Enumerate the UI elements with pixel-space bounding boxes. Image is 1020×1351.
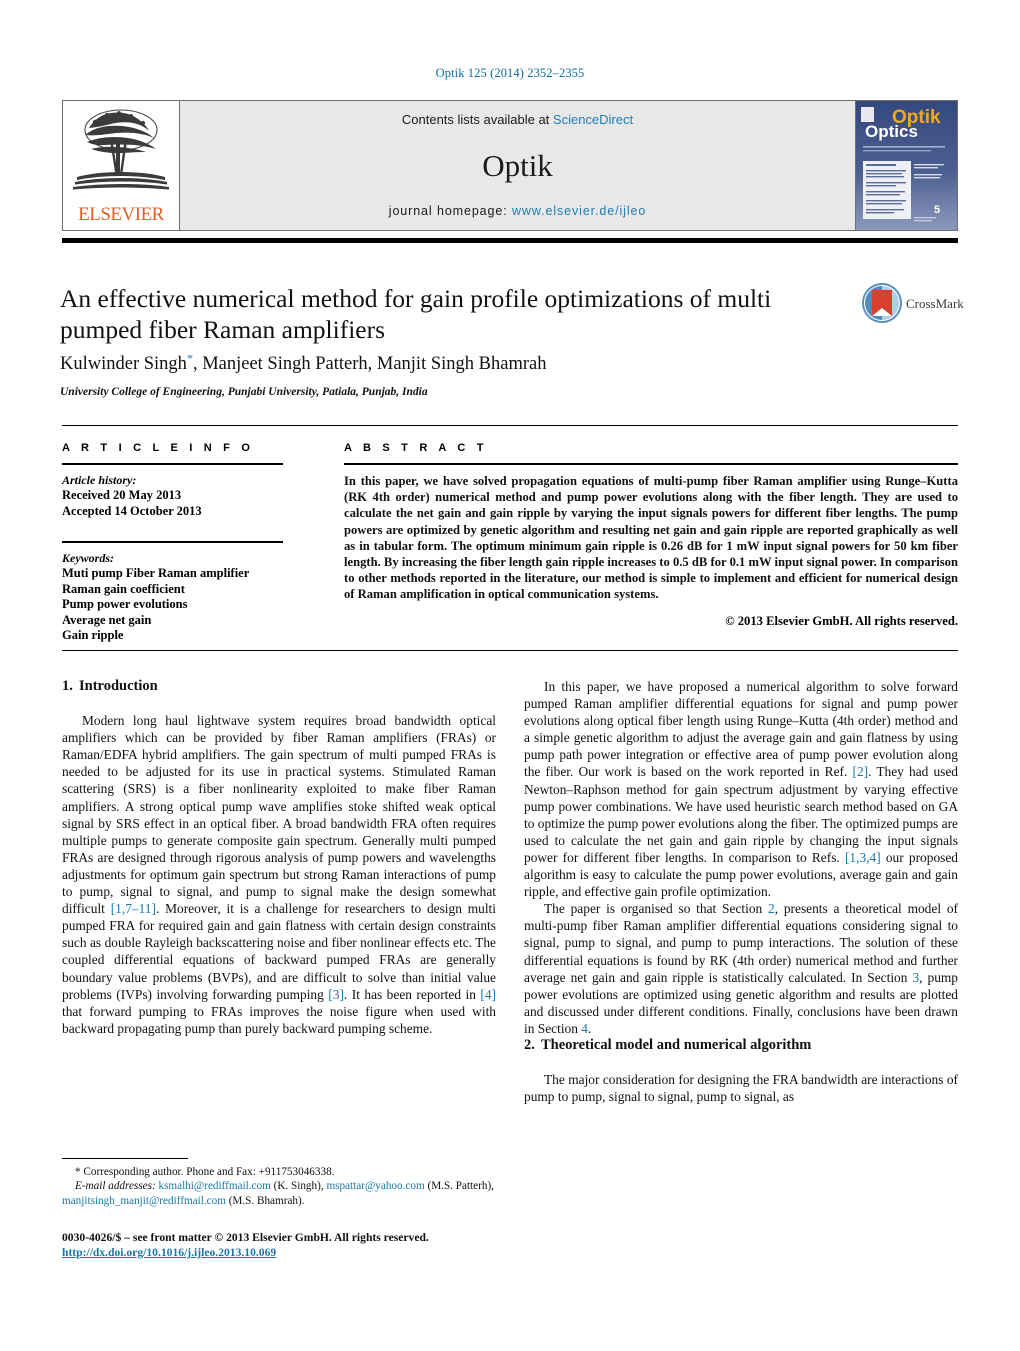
paragraph-right-1: In this paper, we have proposed a numeri… <box>524 679 958 900</box>
reference-citation[interactable]: 2 <box>768 901 775 916</box>
journal-cover-thumbnail: Optik Optics 5 <box>855 100 958 231</box>
email-person-2: (M.S. Patterh) <box>427 1180 492 1193</box>
corresponding-author-note: * Corresponding author. Phone and Fax: +… <box>75 1166 335 1178</box>
email-link-2[interactable]: mspattar@yahoo.com <box>326 1180 424 1192</box>
abstract-rule <box>344 463 958 465</box>
info-band-top-rule <box>62 425 958 426</box>
article-info-column: A R T I C L E I N F O Article history: R… <box>62 442 312 644</box>
abstract-body: In this paper, we have solved propagatio… <box>344 474 958 602</box>
page-title: An effective numerical method for gain p… <box>60 284 772 344</box>
section-title: Introduction <box>79 678 158 694</box>
email-link-1[interactable]: ksmalhi@rediffmail.com <box>158 1180 270 1192</box>
svg-text:5: 5 <box>934 204 940 216</box>
email-label: E-mail addresses: <box>75 1180 156 1193</box>
doi-link[interactable]: http://dx.doi.org/10.1016/j.ijleo.2013.1… <box>62 1246 276 1259</box>
footnote-rule <box>62 1158 188 1159</box>
email-addresses-note: E-mail addresses: ksmalhi@rediffmail.com… <box>62 1180 494 1207</box>
corresponding-author-marker: * <box>186 351 193 365</box>
masthead-bottom-rule <box>62 238 958 243</box>
issn-doi-block: 0030-4026/$ – see front matter © 2013 El… <box>62 1230 522 1260</box>
paragraph-intro: Modern long haul lightwave system requir… <box>62 713 496 1036</box>
contents-prefix: Contents lists available at <box>401 112 553 127</box>
keyword-item: Gain ripple <box>62 628 124 642</box>
journal-masthead: ELSEVIER Contents lists available at Sci… <box>62 100 958 231</box>
info-band-bottom-rule <box>62 650 958 651</box>
crossmark-label: CrossMark <box>906 296 964 311</box>
email-person-1: (K. Singh) <box>273 1180 321 1193</box>
cover-art: Optik Optics 5 <box>856 101 957 230</box>
author-names: Kulwinder Singh*, Manjeet Singh Patterh,… <box>60 351 547 375</box>
article-info-rule-2 <box>62 541 283 543</box>
body-column-left: 1. Introduction Modern long haul lightwav… <box>62 678 496 1037</box>
reference-citation[interactable]: 3 <box>912 970 919 985</box>
reference-citation[interactable]: [3] <box>328 987 344 1002</box>
email-person-3: (M.S. Bhamrah). <box>228 1194 305 1207</box>
journal-homepage-line: journal homepage: www.elsevier.de/ijleo <box>180 204 855 218</box>
keyword-item: Average net gain <box>62 612 152 627</box>
article-info-rule-1 <box>62 463 283 465</box>
paragraph-right-2: The paper is organised so that Section 2… <box>524 901 958 1036</box>
author-list: Kulwinder Singh*, Manjeet Singh Patterh,… <box>60 351 860 375</box>
elsevier-tree-icon <box>73 109 169 190</box>
paper-page: Optik 125 (2014) 2352–2355 ELSEVIER Cont… <box>0 0 1020 1351</box>
keyword-item: Pump power evolutions <box>62 597 188 611</box>
footnotes-block: * Corresponding author. Phone and Fax: +… <box>62 1165 502 1208</box>
paragraph-theoretical: The major consideration for designing th… <box>524 1072 958 1105</box>
section-heading-introduction: 1. Introduction <box>62 678 496 695</box>
reference-citation[interactable]: [1,3,4] <box>845 850 881 865</box>
reference-citation[interactable]: [2] <box>853 764 869 779</box>
sciencedirect-link[interactable]: ScienceDirect <box>553 112 633 127</box>
elsevier-wordmark: ELSEVIER <box>78 204 164 225</box>
reference-citation[interactable]: [4] <box>480 987 496 1002</box>
svg-text:Optics: Optics <box>865 122 918 141</box>
masthead-center-panel: Contents lists available at ScienceDirec… <box>179 100 855 231</box>
journal-title: Optik <box>482 148 553 183</box>
abstract-column: A B S T R A C T In this paper, we have s… <box>344 442 958 629</box>
article-info-heading: A R T I C L E I N F O <box>62 442 255 454</box>
article-accepted-date: Accepted 14 October 2013 <box>62 503 202 518</box>
homepage-label: journal homepage: <box>388 204 508 218</box>
affiliation: University College of Engineering, Punja… <box>60 386 428 398</box>
reference-citation[interactable]: 4 <box>581 1021 588 1036</box>
body-column-right: In this paper, we have proposed a numeri… <box>524 678 958 1105</box>
keyword-item: Raman gain coefficient <box>62 581 185 596</box>
abstract-heading: A B S T R A C T <box>344 442 488 454</box>
section-number: 1. <box>62 678 73 694</box>
section-number: 2. <box>524 1036 535 1053</box>
reference-citation[interactable]: [1,7–11] <box>111 901 156 916</box>
crossmark-icon[interactable] <box>862 283 902 323</box>
article-history-label: Article history: <box>62 473 137 487</box>
keyword-item: Muti pump Fiber Raman amplifier <box>62 566 250 580</box>
section-heading-theoretical: 2. Theoretical model and numerical algori… <box>524 1037 958 1054</box>
keywords-label: Keywords: <box>62 551 114 565</box>
contents-available-line: Contents lists available at ScienceDirec… <box>180 112 855 127</box>
elsevier-logo: ELSEVIER <box>62 100 179 231</box>
running-head: Optik 125 (2014) 2352–2355 <box>435 66 585 80</box>
issn-line: 0030-4026/$ – see front matter © 2013 El… <box>62 1231 429 1244</box>
abstract-copyright: © 2013 Elsevier GmbH. All rights reserve… <box>725 613 958 628</box>
article-received-date: Received 20 May 2013 <box>62 488 182 502</box>
section-title: Theoretical model and numerical algorith… <box>541 1036 812 1053</box>
journal-homepage-link[interactable]: www.elsevier.de/ijleo <box>512 204 646 218</box>
crossmark-badge[interactable]: CrossMark <box>862 283 964 329</box>
keywords-block: Keywords: Muti pump Fiber Raman amplifie… <box>62 551 312 644</box>
email-link-3[interactable]: manjitsingh_manjit@rediffmail.com <box>62 1195 226 1207</box>
